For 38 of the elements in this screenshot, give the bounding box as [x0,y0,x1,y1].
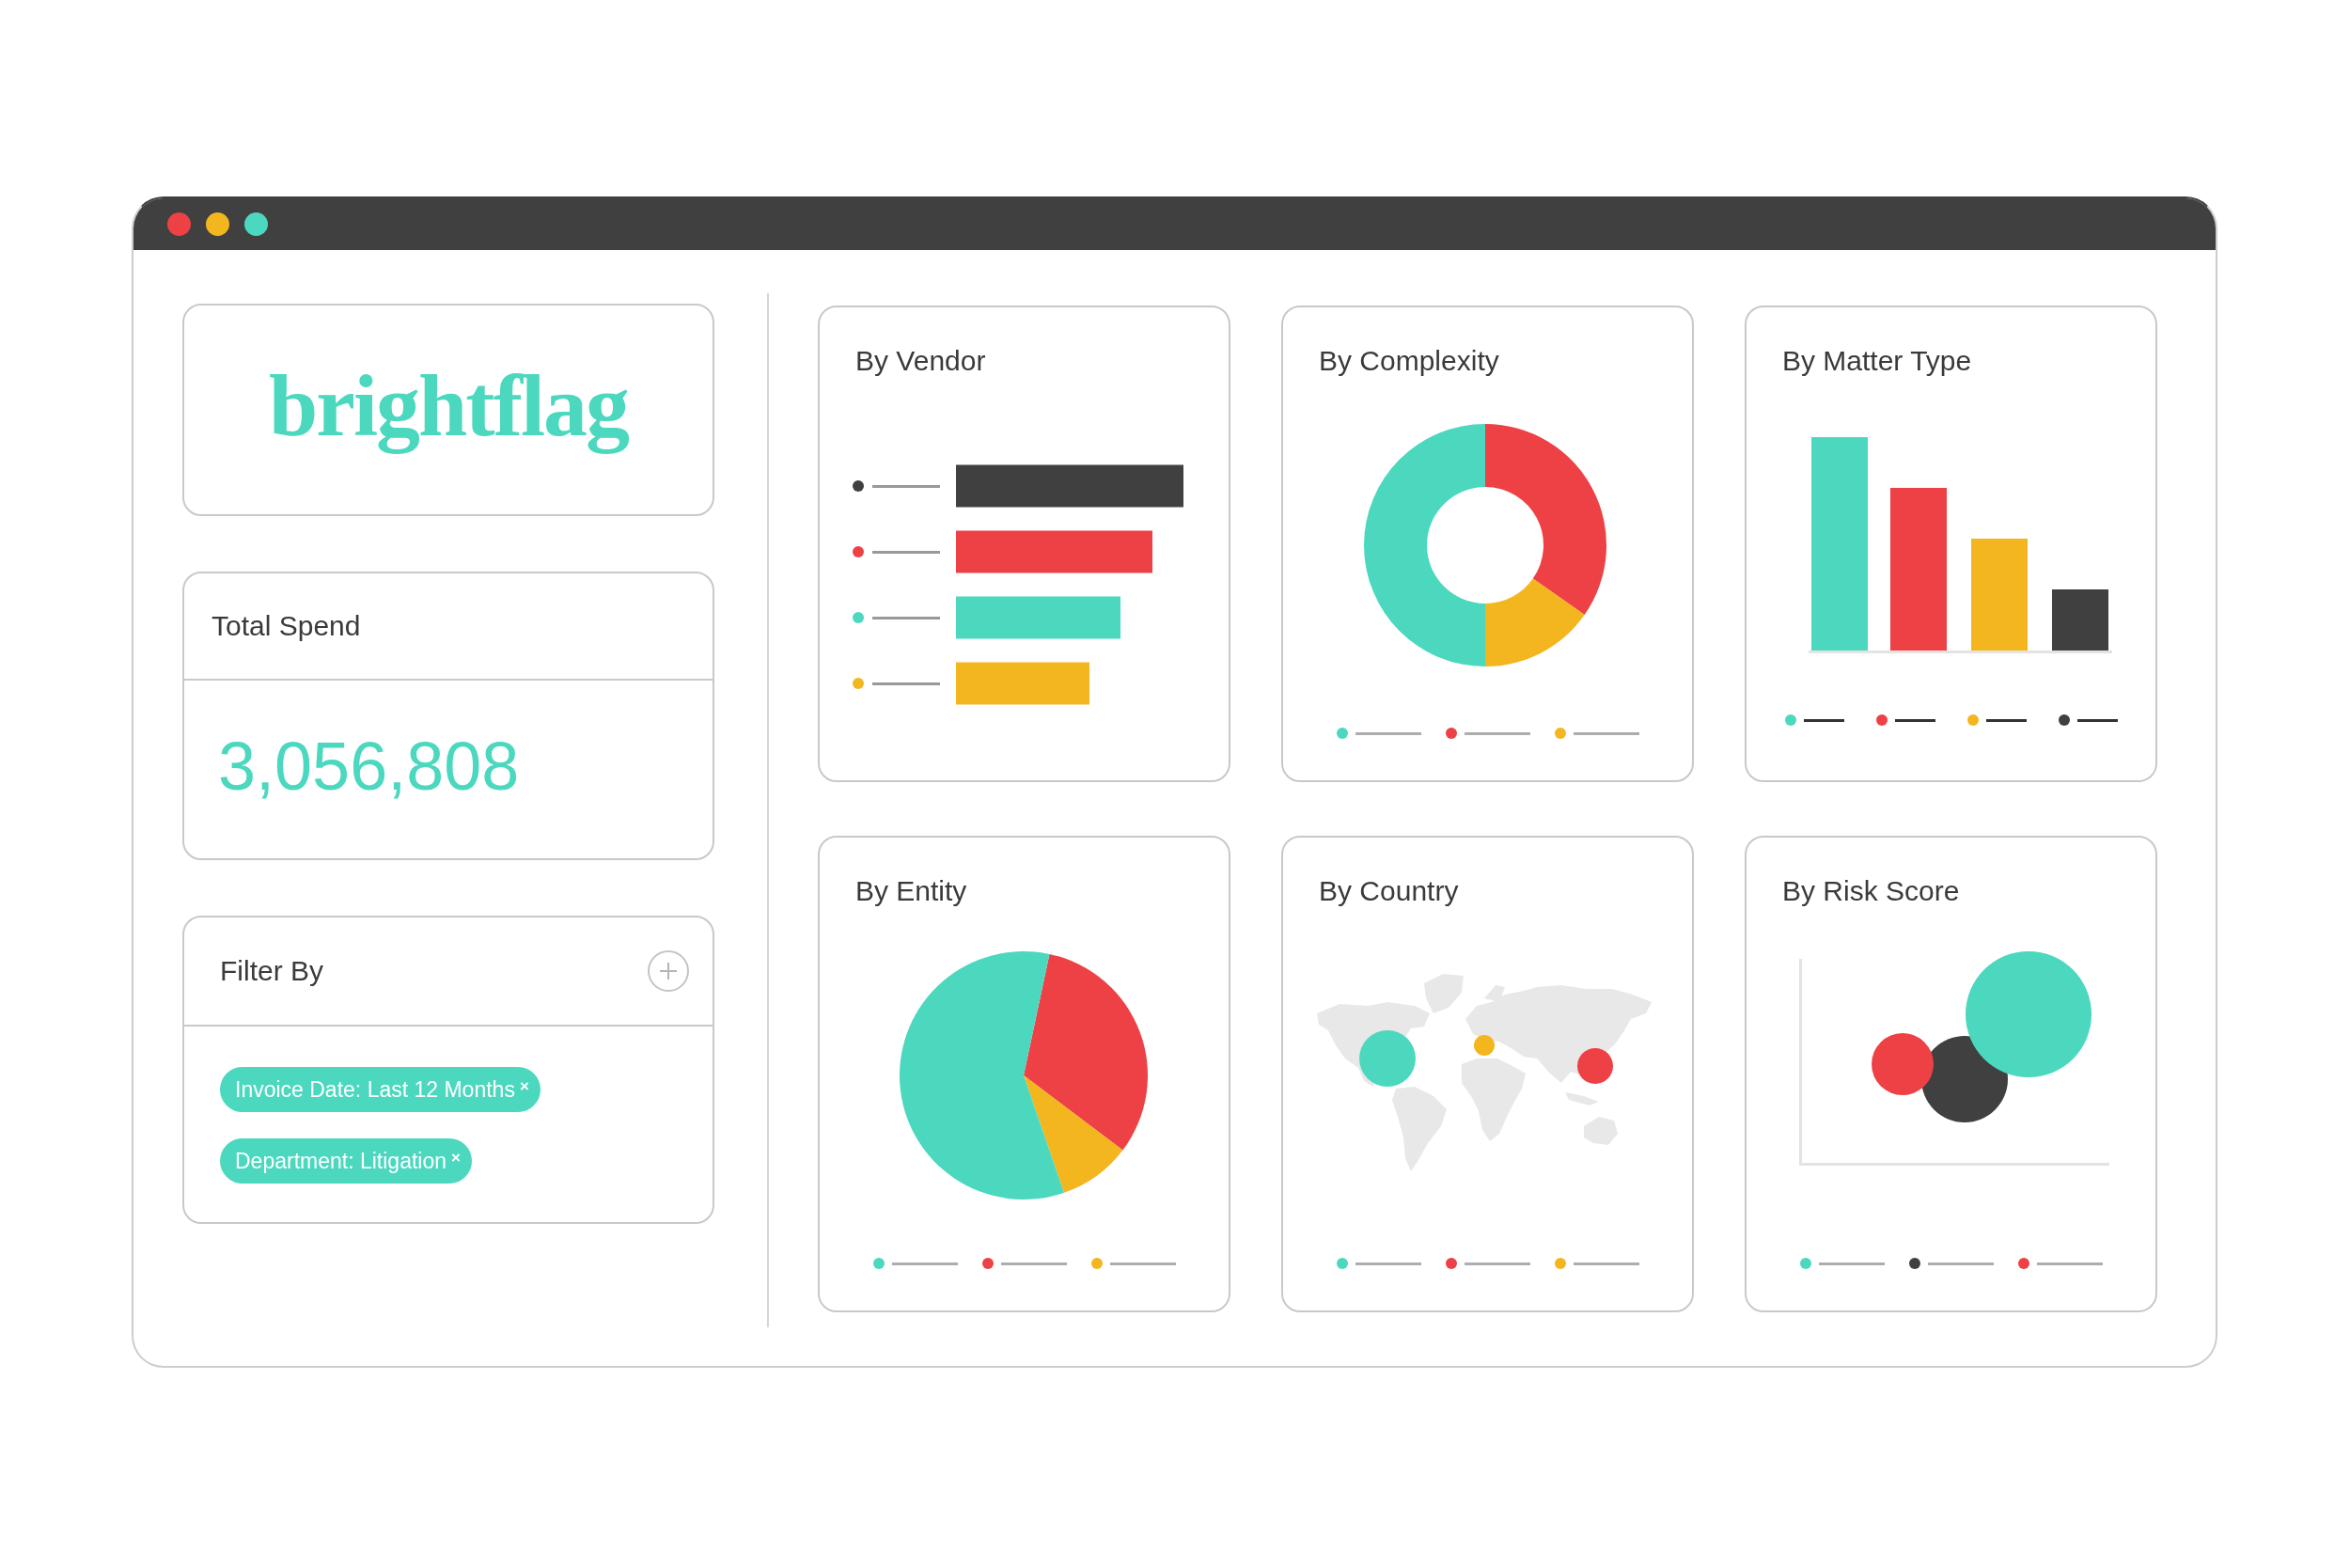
legend-text-line [872,550,940,554]
window-button-icon[interactable] [167,212,191,236]
plus-icon [660,963,677,980]
legend-text-line [2076,718,2118,722]
chart-title: By Matter Type [1782,344,1972,378]
chart-title: By Complexity [1319,344,1499,378]
legend-text-line [872,682,940,685]
legend-text-line [1927,1262,1994,1265]
legend-text-line [1000,1262,1067,1265]
legend-text-line [891,1262,958,1265]
legend-text-line [1109,1262,1176,1265]
legend-text-line [1573,731,1639,735]
legend-text-line [1894,718,1935,722]
legend-text-line [1803,718,1844,722]
window-button-icon[interactable] [206,212,229,236]
card-title: Filter By [220,954,323,988]
chart-title: By Entity [855,874,967,908]
chart-title: By Risk Score [1782,874,1960,908]
logo: brightflag [268,357,629,457]
filter-tag-label: Invoice Date: Last 12 Months [235,1076,515,1103]
legend-text-line [1573,1262,1639,1265]
remove-tag-button[interactable]: × [519,1077,529,1096]
legend-text-line [872,484,940,488]
total-spend-value: 3,056,808 [218,731,520,800]
legend-text-line [1985,718,2027,722]
legend-text-line [1355,731,1421,735]
chart-title: By Vendor [855,344,986,378]
card-title: Total Spend [212,609,361,643]
remove-tag-button[interactable]: × [451,1149,461,1168]
legend-text-line [1464,731,1530,735]
window-button-icon[interactable] [244,212,268,236]
legend-text-line [1464,1262,1530,1265]
legend-text-line [1355,1262,1421,1265]
legend-text-line [2036,1262,2103,1265]
chart-title: By Country [1319,874,1459,908]
filter-tag-label: Department: Litigation [235,1148,446,1174]
legend-text-line [1818,1262,1885,1265]
legend-text-line [872,616,940,619]
